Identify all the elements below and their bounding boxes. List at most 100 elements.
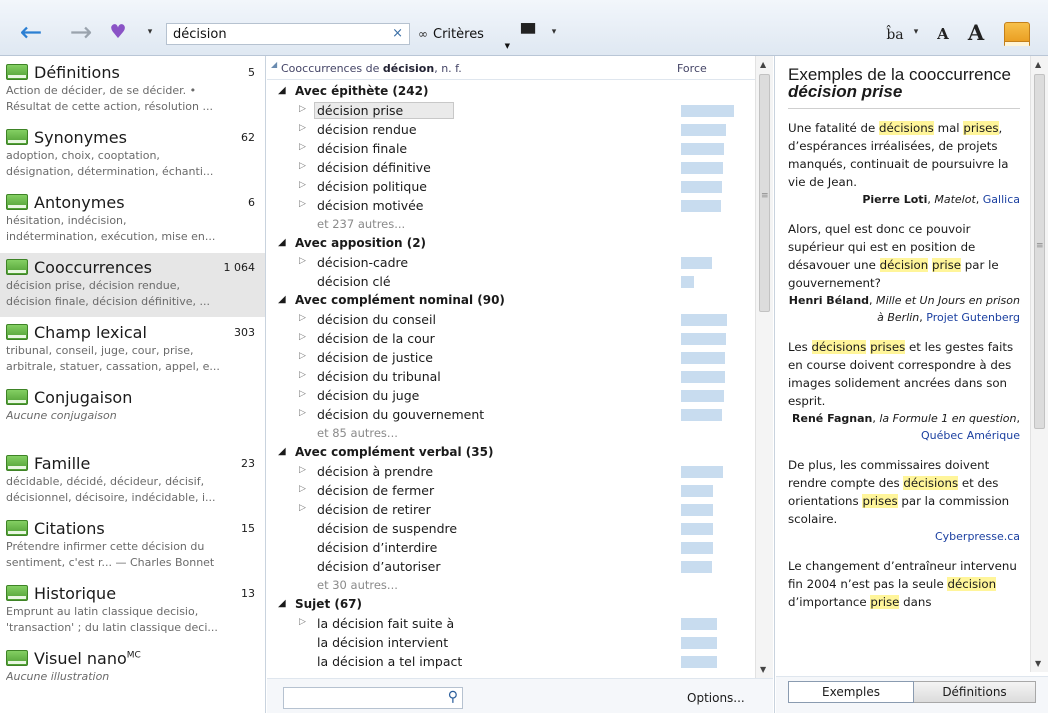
hat-dropdown-button[interactable]: ▾ [548, 25, 560, 39]
cooccurrence-label: décision de justice [317, 350, 433, 365]
cooccurrence-row[interactable]: ▷ décision prise [267, 101, 755, 120]
sidebar-item-cooccurrences[interactable]: Cooccurrences 1 064 décision prise, déci… [0, 253, 265, 317]
cooccurrence-row[interactable]: décision de suspendre [267, 519, 755, 538]
cooccurrence-row[interactable]: ▷ décision du tribunal [267, 367, 755, 386]
scroll-down-icon[interactable]: ▼ [1035, 659, 1041, 668]
cooccurrence-row[interactable]: décision clé [267, 272, 755, 291]
expand-arrow-icon[interactable]: ▷ [299, 617, 306, 627]
criteria-button[interactable]: ∞ Critères ▼ [418, 22, 510, 51]
collapse-arrow-icon[interactable]: ◢ [278, 237, 286, 248]
expand-arrow-icon[interactable]: ▷ [299, 370, 306, 380]
collapse-arrow-icon[interactable]: ◢ [278, 85, 286, 96]
expand-arrow-icon[interactable]: ▷ [299, 351, 306, 361]
group-header[interactable]: ◢ Avec complément nominal (90) [267, 291, 755, 310]
collapse-all-icon[interactable]: ◢ [271, 60, 277, 69]
sidebar-item-definitions[interactable]: Définitions 5 Action de décider, de se d… [0, 58, 265, 115]
font-large-icon: A [967, 19, 985, 45]
expand-arrow-icon[interactable]: ▷ [299, 313, 306, 323]
decrease-font-button[interactable]: A [934, 24, 952, 44]
force-column-header[interactable]: Force [677, 62, 707, 75]
group-header[interactable]: ◢ Avec apposition (2) [267, 234, 755, 253]
collapse-arrow-icon[interactable]: ◢ [278, 446, 286, 457]
expand-arrow-icon[interactable]: ▷ [299, 199, 306, 209]
filter-field[interactable]: ⚲ [283, 687, 463, 709]
back-button[interactable]: ← [14, 17, 48, 48]
cooccurrence-row[interactable]: ▷ décision de fermer [267, 481, 755, 500]
cooccurrence-row[interactable]: ▷ décision du gouvernement [267, 405, 755, 424]
filter-input[interactable] [288, 690, 438, 706]
cooccurrence-scrollbar[interactable]: ▲ ≡ ▼ [755, 56, 773, 678]
example-source-link[interactable]: Gallica [983, 193, 1020, 206]
more-link[interactable]: et 85 autres... [267, 424, 755, 443]
expand-arrow-icon[interactable]: ▷ [299, 161, 306, 171]
expand-arrow-icon[interactable]: ▷ [299, 408, 306, 418]
sidebar-item-lexical-field[interactable]: Champ lexical 303 tribunal, conseil, jug… [0, 318, 265, 375]
search-field[interactable]: × [166, 23, 410, 45]
tab-examples[interactable]: Exemples [788, 681, 914, 703]
cooccurrence-row[interactable]: ▷ décision motivée [267, 196, 755, 215]
cooccurrence-row[interactable]: ▷ décision du juge [267, 386, 755, 405]
favorites-button[interactable]: ♥ [108, 19, 128, 45]
scroll-up-icon[interactable]: ▲ [1035, 60, 1041, 69]
scrollbar-thumb[interactable] [1034, 74, 1045, 429]
cooccurrence-row[interactable]: ▷ décision de justice [267, 348, 755, 367]
expand-arrow-icon[interactable]: ▷ [299, 484, 306, 494]
cooccurrence-row[interactable]: ▷ décision finale [267, 139, 755, 158]
expand-arrow-icon[interactable]: ▷ [299, 180, 306, 190]
clear-search-icon[interactable]: × [392, 26, 403, 41]
translation-button[interactable]: b̂a [880, 22, 910, 48]
favorites-dropdown-button[interactable]: ▾ [144, 25, 156, 39]
sidebar-item-family[interactable]: Famille 23 décidable, décidé, décideur, … [0, 449, 265, 506]
collapse-arrow-icon[interactable]: ◢ [278, 598, 286, 609]
example-source-link[interactable]: Projet Gutenberg [926, 311, 1020, 324]
sidebar-item-history[interactable]: Historique 13 Emprunt au latin classique… [0, 579, 265, 636]
group-header[interactable]: ◢ Avec complément verbal (35) [267, 443, 755, 462]
forward-button[interactable]: → [64, 17, 98, 48]
cooccurrence-row[interactable]: décision d’interdire [267, 538, 755, 557]
sidebar-item-visual[interactable]: Visuel nanoMC Aucune illustration [0, 644, 265, 701]
cooccurrence-row[interactable]: la décision intervient [267, 633, 755, 652]
expand-arrow-icon[interactable]: ▷ [299, 465, 306, 475]
more-link[interactable]: et 237 autres... [267, 215, 755, 234]
cooccurrence-row[interactable]: ▷ décision du conseil [267, 310, 755, 329]
scroll-down-icon[interactable]: ▼ [760, 665, 766, 674]
collapse-arrow-icon[interactable]: ◢ [278, 294, 286, 305]
hat-button[interactable]: ▀ [516, 21, 540, 47]
cooccurrence-row[interactable]: la décision a tel impact [267, 652, 755, 671]
group-header[interactable]: ◢ Avec épithète (242) [267, 82, 755, 101]
search-input[interactable] [173, 25, 378, 43]
cooccurrence-row[interactable]: ▷ décision définitive [267, 158, 755, 177]
expand-arrow-icon[interactable]: ▷ [299, 389, 306, 399]
expand-arrow-icon[interactable]: ▷ [299, 104, 306, 114]
examples-panel: Exemples de la cooccurrence décision pri… [776, 56, 1048, 713]
expand-arrow-icon[interactable]: ▷ [299, 503, 306, 513]
dictionary-button[interactable] [1002, 20, 1032, 48]
sidebar-item-antonyms[interactable]: Antonymes 6 hésitation, indécision, indét… [0, 188, 265, 245]
expand-arrow-icon[interactable]: ▷ [299, 332, 306, 342]
group-header[interactable]: ◢ Sujet (67) [267, 595, 755, 614]
search-icon[interactable]: ⚲ [448, 689, 458, 705]
translation-dropdown-button[interactable]: ▾ [910, 25, 922, 39]
increase-font-button[interactable]: A [964, 18, 988, 46]
cooccurrence-row[interactable]: ▷ décision politique [267, 177, 755, 196]
cooccurrence-row[interactable]: ▷ la décision fait suite à [267, 614, 755, 633]
options-button[interactable]: Options... [687, 691, 745, 705]
expand-arrow-icon[interactable]: ▷ [299, 142, 306, 152]
cooccurrence-row[interactable]: ▷ décision de la cour [267, 329, 755, 348]
example-source-link[interactable]: Québec Amérique [921, 429, 1020, 442]
expand-arrow-icon[interactable]: ▷ [299, 256, 306, 266]
cooccurrence-row[interactable]: ▷ décision rendue [267, 120, 755, 139]
sidebar-item-quotations[interactable]: Citations 15 Prétendre infirmer cette dé… [0, 514, 265, 571]
cooccurrence-row[interactable]: ▷ décision-cadre [267, 253, 755, 272]
examples-scrollbar[interactable]: ▲ ≡ ▼ [1030, 56, 1048, 672]
example-source-link[interactable]: Cyberpresse.ca [935, 530, 1020, 543]
cooccurrence-row[interactable]: décision d’autoriser [267, 557, 755, 576]
tab-definitions[interactable]: Définitions [914, 681, 1036, 703]
sidebar-item-synonyms[interactable]: Synonymes 62 adoption, choix, cooptation… [0, 123, 265, 180]
cooccurrence-row[interactable]: ▷ décision de retirer [267, 500, 755, 519]
cooccurrence-row[interactable]: ▷ décision à prendre [267, 462, 755, 481]
more-link[interactable]: et 30 autres... [267, 576, 755, 595]
expand-arrow-icon[interactable]: ▷ [299, 123, 306, 133]
scroll-up-icon[interactable]: ▲ [760, 60, 766, 69]
sidebar-item-conjugation[interactable]: Conjugaison Aucune conjugaison [0, 383, 265, 440]
